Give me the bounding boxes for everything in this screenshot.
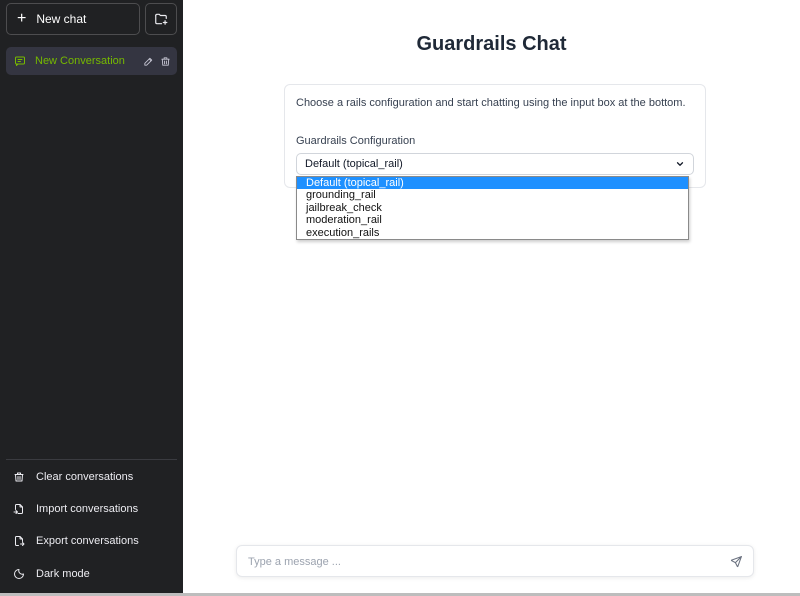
intro-text: Choose a rails configuration and start c… xyxy=(296,97,686,109)
conversation-item[interactable]: New Conversation xyxy=(6,47,177,75)
option-jailbreak-check[interactable]: jailbreak_check xyxy=(297,202,688,214)
folder-plus-icon xyxy=(155,13,168,25)
conversation-label: New Conversation xyxy=(35,55,125,67)
message-input[interactable] xyxy=(248,553,708,571)
export-conversations-label: Export conversations xyxy=(36,535,139,547)
dark-mode-button[interactable]: Dark mode xyxy=(13,564,90,584)
import-conversations-label: Import conversations xyxy=(36,503,139,515)
sidebar-divider xyxy=(6,459,177,460)
pencil-icon xyxy=(144,57,153,66)
option-execution-rails[interactable]: execution_rails xyxy=(297,227,688,239)
import-conversations-button[interactable]: Import conversations xyxy=(13,499,138,519)
trash-icon xyxy=(14,472,24,482)
file-import-icon xyxy=(13,504,23,514)
clear-conversations-button[interactable]: Clear conversations xyxy=(13,467,133,487)
rename-button[interactable] xyxy=(143,56,154,67)
config-select[interactable]: Default (topical_rail) xyxy=(296,153,694,175)
new-chat-button[interactable]: + New chat xyxy=(6,3,140,35)
config-select-value: Default (topical_rail) xyxy=(305,158,403,170)
clear-conversations-label: Clear conversations xyxy=(36,471,134,483)
sidebar: + New chat New Conversation Clear conver… xyxy=(0,0,183,593)
chevron-down-icon xyxy=(676,162,684,166)
config-label: Guardrails Configuration xyxy=(296,135,416,147)
send-button[interactable] xyxy=(730,555,743,573)
new-chat-label: New chat xyxy=(36,12,87,26)
delete-conversation-button[interactable] xyxy=(160,56,171,67)
option-default[interactable]: Default (topical_rail) xyxy=(297,177,688,190)
option-moderation-rail[interactable]: moderation_rail xyxy=(297,214,688,226)
export-conversations-button[interactable]: Export conversations xyxy=(13,531,139,551)
message-icon xyxy=(15,56,25,66)
trash-icon xyxy=(161,56,170,66)
config-card: Choose a rails configuration and start c… xyxy=(284,84,706,188)
page-title: Guardrails Chat xyxy=(416,33,567,55)
send-icon xyxy=(730,556,742,568)
file-export-icon xyxy=(15,536,25,546)
config-dropdown: Default (topical_rail) grounding_rail ja… xyxy=(296,176,689,240)
dark-mode-label: Dark mode xyxy=(36,568,90,580)
option-grounding-rail[interactable]: grounding_rail xyxy=(297,189,688,201)
moon-icon xyxy=(14,569,24,579)
new-folder-button[interactable] xyxy=(145,3,177,35)
plus-icon: + xyxy=(17,10,27,27)
message-input-box xyxy=(236,545,754,577)
